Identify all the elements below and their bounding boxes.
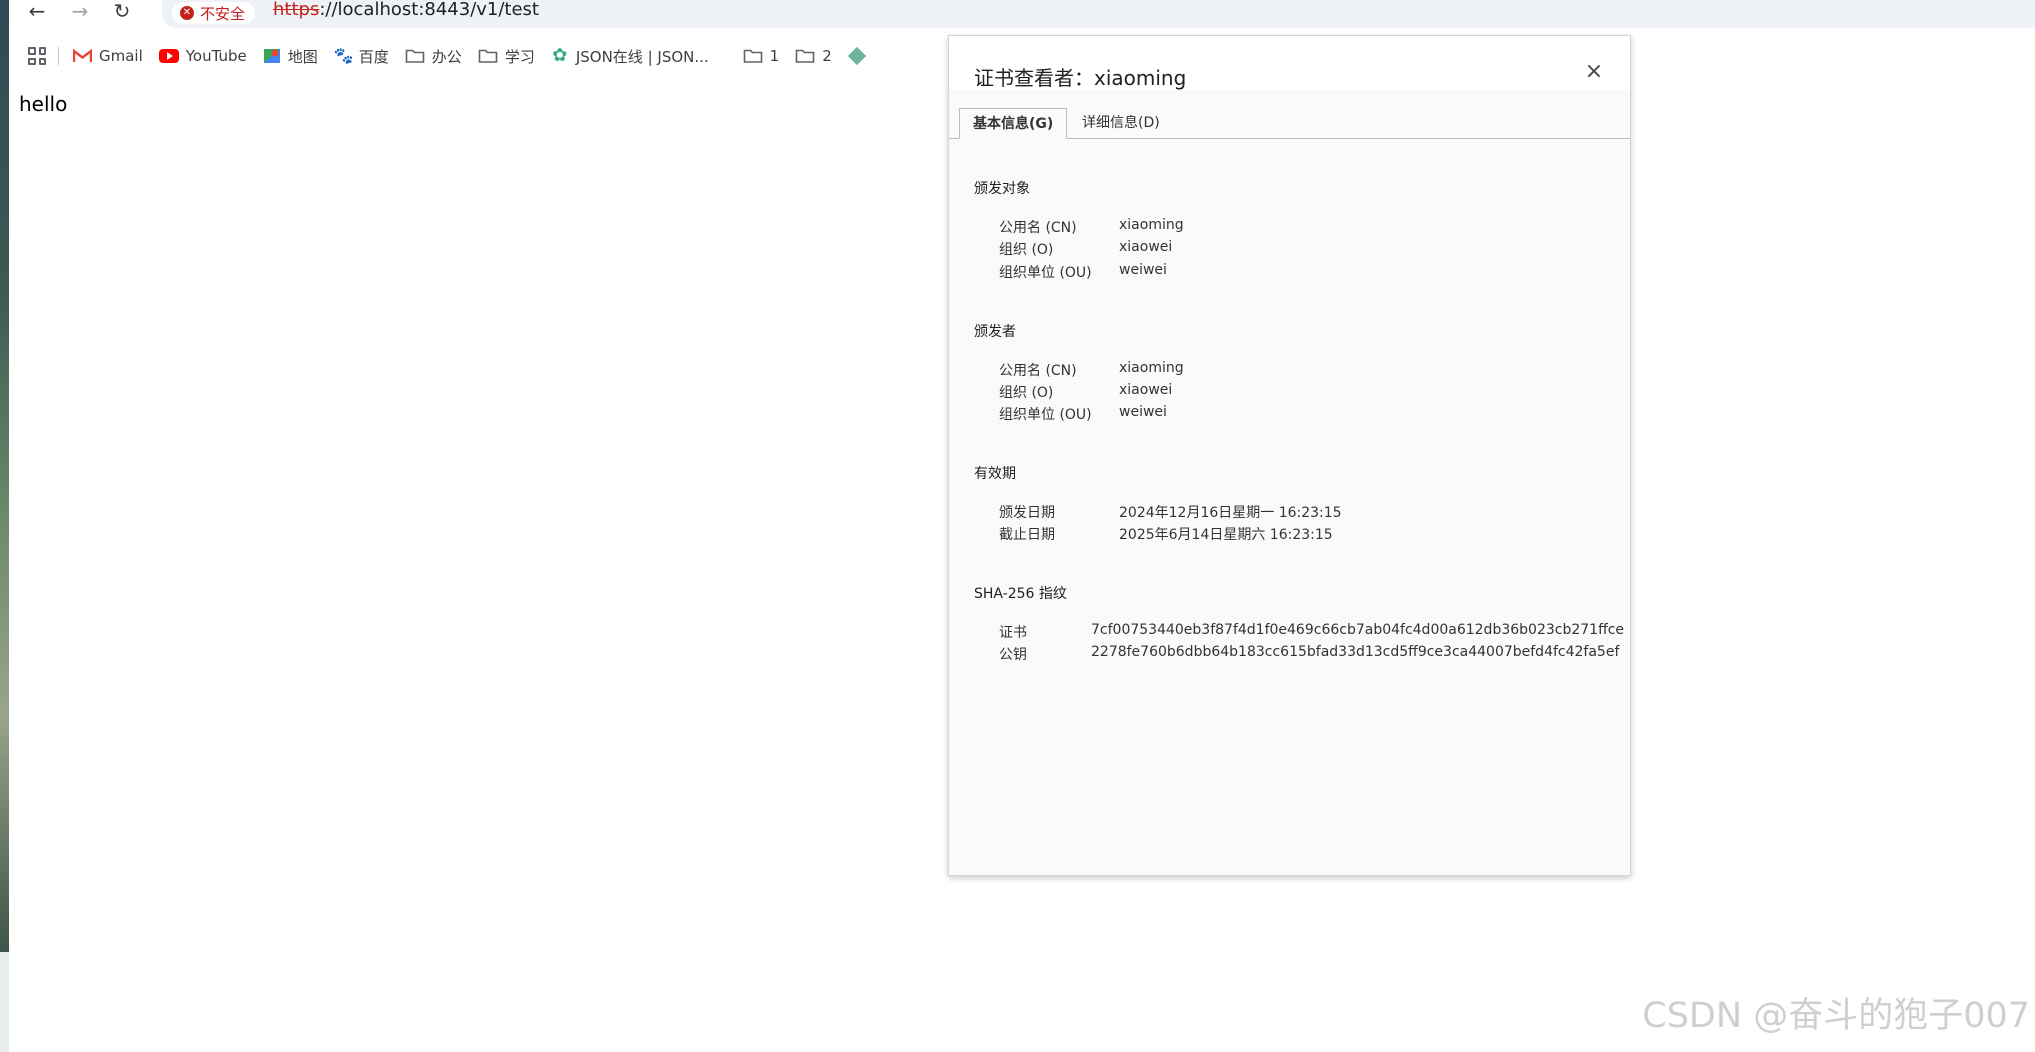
bookmark-folder-1[interactable]: 1 [735, 42, 788, 70]
bookmark-label: JSON在线 | JSON... [575, 47, 709, 66]
security-chip[interactable]: ✕ 不安全 [172, 2, 256, 24]
dialog-title: 证书查看者：xiaoming [974, 66, 1187, 90]
field-value: weiwei [1119, 262, 1167, 278]
bookmark-label: YouTube [185, 47, 247, 65]
window-edge [0, 952, 9, 1052]
folder-icon [478, 49, 498, 63]
field-label: 公用名 (CN) [999, 363, 1077, 379]
url-text[interactable]: https://localhost:8443/v1/test [273, 0, 539, 22]
close-button[interactable]: × [1582, 60, 1606, 84]
json-gear-icon: ✿ [552, 45, 568, 66]
field-label: 组织单位 (OU) [999, 407, 1092, 423]
field-label: 公钥 [999, 647, 1027, 663]
bookmark-label: 办公 [431, 47, 462, 66]
back-button[interactable]: ← [22, 0, 52, 23]
gmail-icon [73, 49, 92, 62]
bookmark-folder-study[interactable]: 学习 [470, 42, 543, 70]
certificate-viewer-dialog: 证书查看者：xiaoming × 基本信息(G) 详细信息(D) 颁发对象 公用… [948, 35, 1631, 876]
folder-icon [743, 49, 762, 63]
bookmark-label: 2 [822, 47, 832, 65]
bookmark-json[interactable]: ✿ JSON在线 | JSON... [543, 42, 717, 70]
baidu-paw-icon: 🐾 [333, 46, 354, 65]
close-icon: × [1584, 59, 1604, 84]
warning-icon: ✕ [180, 6, 194, 20]
field-label: 证书 [999, 625, 1027, 641]
extension-diamond-icon [847, 46, 866, 66]
dialog-tabs: 基本信息(G) 详细信息(D) [949, 108, 1630, 139]
page-body-text: hello [19, 92, 68, 116]
desktop-wallpaper-strip [0, 0, 9, 952]
field-label: 截止日期 [999, 527, 1055, 543]
bookmark-label: 百度 [358, 47, 389, 66]
bookmarks-separator [58, 47, 59, 65]
browser-toolbar: ← → ↻ ✕ 不安全 https://localhost:8443/v1/te… [9, 0, 2035, 30]
bookmark-baidu[interactable]: 🐾 百度 [326, 42, 397, 70]
bookmark-youtube[interactable]: YouTube [151, 42, 255, 70]
field-label: 组织单位 (OU) [999, 265, 1092, 281]
bookmark-folder-2[interactable]: 2 [787, 42, 840, 70]
field-value: xiaoming [1119, 360, 1184, 376]
url-scheme: https [273, 0, 320, 20]
field-value: 2025年6月14日星期六 16:23:15 [1119, 527, 1333, 543]
bookmark-extension[interactable] [840, 42, 874, 70]
reload-icon: ↻ [113, 0, 131, 23]
field-value: xiaowei [1119, 382, 1173, 398]
field-label: 颁发日期 [999, 505, 1055, 521]
bookmark-maps[interactable]: 地图 [255, 42, 326, 70]
arrow-left-icon: ← [28, 0, 46, 23]
field-value: xiaowei [1119, 239, 1173, 255]
maps-icon [263, 49, 280, 63]
folder-icon [405, 49, 425, 63]
section-validity-title: 有效期 [974, 466, 1016, 482]
apps-button[interactable] [22, 42, 52, 70]
field-value: xiaoming [1119, 217, 1184, 233]
url-rest: ://localhost:8443/v1/test [319, 0, 539, 20]
bookmark-gmail[interactable]: Gmail [65, 42, 151, 70]
section-subject-title: 颁发对象 [974, 181, 1030, 197]
folder-icon [795, 49, 815, 63]
fingerprint-value: 7cf00753440eb3f87f4d1f0e469c66cb7ab04fc4… [1091, 622, 1625, 638]
field-value: weiwei [1119, 404, 1167, 420]
field-label: 组织 (O) [999, 242, 1054, 258]
address-bar[interactable]: ✕ 不安全 https://localhost:8443/v1/test [162, 0, 2035, 28]
watermark-text: CSDN @奋斗的狍子007 [1642, 996, 2030, 1036]
dialog-header: 证书查看者：xiaoming × [949, 36, 1630, 90]
field-value: 2024年12月16日星期一 16:23:15 [1119, 505, 1342, 521]
fingerprint-value: 2278fe760b6dbb64b183cc615bfad33d13cd5ff9… [1091, 644, 1620, 660]
bookmark-label: 地图 [287, 47, 318, 66]
bookmark-label: 学习 [504, 47, 535, 66]
tab-general[interactable]: 基本信息(G) [959, 108, 1068, 139]
tab-details[interactable]: 详细信息(D) [1069, 108, 1173, 138]
arrow-right-icon: → [71, 0, 89, 23]
youtube-icon [158, 49, 179, 63]
reload-button[interactable]: ↻ [107, 0, 137, 23]
forward-button[interactable]: → [65, 0, 95, 23]
bookmark-folder-office[interactable]: 办公 [397, 42, 470, 70]
bookmark-label: 1 [769, 47, 780, 65]
section-issuer-title: 颁发者 [974, 324, 1016, 340]
security-label: 不安全 [200, 4, 246, 23]
section-fingerprints-title: SHA-256 指纹 [974, 586, 1067, 602]
apps-grid-icon [28, 47, 46, 65]
bookmark-label: Gmail [99, 47, 143, 65]
field-label: 公用名 (CN) [999, 220, 1077, 236]
field-label: 组织 (O) [999, 385, 1054, 401]
